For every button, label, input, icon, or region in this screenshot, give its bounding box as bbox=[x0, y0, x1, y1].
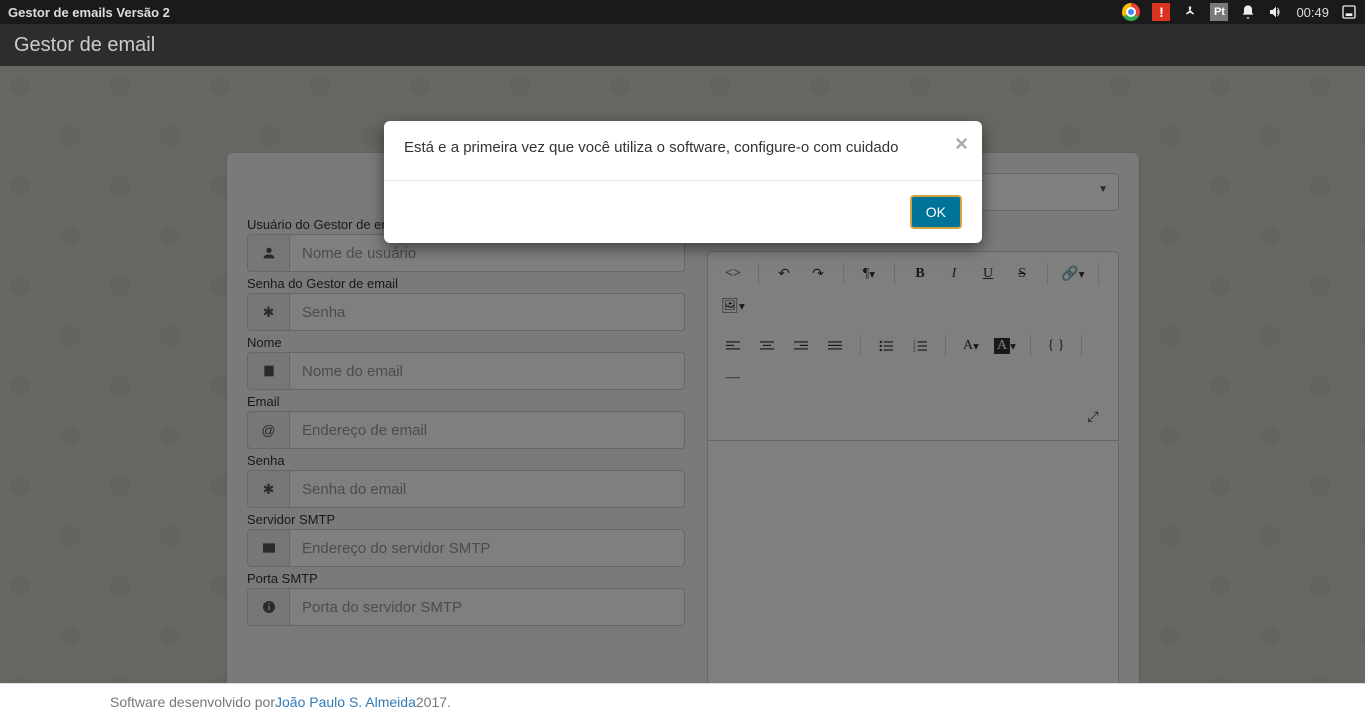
ok-button[interactable]: OK bbox=[910, 195, 962, 229]
content-area: Conf Usuário do Gestor de email Senha do… bbox=[0, 66, 1365, 683]
app-header: Gestor de email bbox=[0, 24, 1365, 66]
pin-icon[interactable] bbox=[1182, 4, 1198, 20]
menu-icon[interactable] bbox=[1341, 4, 1357, 20]
system-tray: ! Pt 00:49 bbox=[1122, 3, 1357, 21]
first-run-modal: × Está e a primeira vez que você utiliza… bbox=[384, 121, 982, 243]
footer: Software desenvolvido por João Paulo S. … bbox=[0, 683, 1365, 719]
close-icon[interactable]: × bbox=[955, 131, 968, 157]
footer-author-link[interactable]: João Paulo S. Almeida bbox=[275, 694, 416, 710]
bell-icon[interactable] bbox=[1240, 4, 1256, 20]
footer-suffix: 2017. bbox=[416, 694, 451, 710]
clock[interactable]: 00:49 bbox=[1296, 5, 1329, 20]
os-topbar: Gestor de emails Versão 2 ! Pt 00:49 bbox=[0, 0, 1365, 24]
app-title: Gestor de email bbox=[14, 34, 155, 57]
window-title: Gestor de emails Versão 2 bbox=[8, 5, 170, 20]
footer-prefix: Software desenvolvido por bbox=[110, 694, 275, 710]
alert-icon[interactable]: ! bbox=[1152, 3, 1170, 21]
volume-icon[interactable] bbox=[1268, 4, 1284, 20]
keyboard-layout[interactable]: Pt bbox=[1210, 3, 1228, 21]
chrome-icon[interactable] bbox=[1122, 3, 1140, 21]
modal-text: Está e a primeira vez que você utiliza o… bbox=[384, 121, 982, 180]
